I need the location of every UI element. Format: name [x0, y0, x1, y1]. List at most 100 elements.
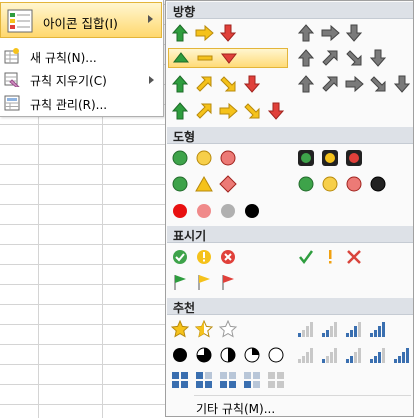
icon-set-3-symbols-uncircled[interactable] [296, 247, 364, 267]
three-quarter-circle-icon [194, 346, 214, 364]
yellow-right-arrow-icon [194, 24, 214, 42]
yellow-right-arrow-icon [218, 102, 238, 120]
yellow-exclamation-icon [320, 248, 340, 266]
icon-set-4-red-to-black[interactable] [170, 201, 262, 221]
icon-set-3-traffic-lights-rimmed[interactable] [296, 148, 364, 168]
yellow-flag-icon [194, 273, 214, 291]
icon-set-5-arrows-colored[interactable] [170, 101, 286, 121]
icon-set-5-boxes[interactable] [170, 370, 286, 390]
yellow-up-right-arrow-icon [194, 75, 214, 93]
full-star-icon [170, 320, 190, 338]
yellow-traffic-light-icon [320, 149, 340, 167]
gray-right-arrow-icon [320, 24, 340, 42]
gray-down-right-arrow-icon [368, 75, 388, 93]
gray-down-arrow-icon [368, 49, 388, 67]
section-header-indicators: 표시기 [167, 226, 413, 243]
more-rules-menu-item[interactable]: 기타 규칙(M)... [196, 400, 275, 417]
icon-set-4-arrows-gray[interactable] [296, 48, 388, 68]
empty-star-icon [218, 320, 238, 338]
icon-set-4-arrows-colored[interactable] [170, 74, 262, 94]
icon-set-4-ratings[interactable] [296, 319, 388, 339]
boxes-0-icon [266, 371, 286, 389]
full-circle-icon [170, 346, 190, 364]
gray-down-arrow-icon [392, 75, 412, 93]
yellow-up-right-arrow-icon [194, 102, 214, 120]
black-circle-icon [368, 175, 388, 193]
icon-set-3-stars[interactable] [170, 319, 238, 339]
yellow-down-right-arrow-icon [218, 75, 238, 93]
manage-rules-menu-item[interactable]: 규칙 관리(R)... [0, 92, 162, 114]
empty-circle-icon [266, 346, 286, 364]
red-circle-icon [218, 149, 238, 167]
signal-bars-4-icon [368, 320, 388, 338]
red-down-arrow-icon [242, 75, 262, 93]
boxes-3-icon [194, 371, 214, 389]
red-down-arrow-icon [218, 24, 238, 42]
icon-set-3-triangles[interactable] [168, 48, 288, 68]
green-check-icon [296, 248, 316, 266]
signal-bars-3-icon [344, 320, 364, 338]
signal-bars-1-icon [296, 320, 316, 338]
new-rule-menu-item[interactable]: 새 규칙(N)... [0, 45, 162, 67]
gray-up-arrow-icon [296, 24, 316, 42]
manage-rules-icon [4, 95, 20, 111]
icon-set-3-arrows-colored[interactable] [170, 23, 238, 43]
icon-set-4-traffic-lights[interactable] [296, 174, 388, 194]
icon-set-3-traffic-lights-unrimmed[interactable] [170, 148, 238, 168]
manage-rules-label: 규칙 관리(R)... [30, 98, 108, 112]
icon-set-3-arrows-gray[interactable] [296, 23, 364, 43]
clear-rules-icon [4, 71, 21, 88]
green-up-arrow-icon [170, 75, 190, 93]
red-circle-icon [344, 175, 364, 193]
icon-sets-label: 아이콘 집합(I) [43, 16, 118, 31]
icon-set-5-arrows-gray[interactable] [296, 74, 412, 94]
signal-bars-1-icon [320, 346, 340, 364]
yellow-down-right-arrow-icon [242, 102, 262, 120]
boxes-2-icon [218, 371, 238, 389]
icon-set-5-ratings[interactable] [296, 345, 412, 365]
gray-up-arrow-icon [296, 49, 316, 67]
submenu-arrow-icon [148, 15, 153, 23]
submenu-arrow-icon [149, 76, 154, 84]
green-circle-icon [296, 175, 316, 193]
new-rule-icon [4, 48, 20, 64]
gray-down-arrow-icon [344, 24, 364, 42]
signal-bars-2-icon [320, 320, 340, 338]
gray-up-right-arrow-icon [320, 75, 340, 93]
conditional-format-menu: 아이콘 집합(I) 새 규칙(N)... 규칙 지우기(C) 규칙 관리(R).… [0, 0, 164, 117]
icon-set-5-quarters[interactable] [170, 345, 286, 365]
half-star-icon [194, 320, 214, 338]
clear-rules-menu-item[interactable]: 규칙 지우기(C) [0, 68, 162, 90]
red-circle-icon [170, 202, 190, 220]
boxes-4-icon [170, 371, 190, 389]
icon-sets-icon [7, 9, 33, 33]
yellow-dash-icon [195, 49, 215, 67]
gray-right-arrow-icon [344, 75, 364, 93]
pink-circle-icon [194, 202, 214, 220]
section-header-shapes: 도형 [167, 127, 413, 144]
red-traffic-light-icon [344, 149, 364, 167]
yellow-triangle-icon [194, 175, 214, 193]
section-header-ratings: 추천 [167, 298, 413, 315]
green-traffic-light-icon [296, 149, 316, 167]
green-check-circle-icon [170, 248, 190, 266]
icon-sets-menu-item[interactable]: 아이콘 집합(I) [0, 2, 162, 38]
half-circle-icon [218, 346, 238, 364]
yellow-circle-icon [320, 175, 340, 193]
black-circle-icon [242, 202, 262, 220]
red-flag-icon [218, 273, 238, 291]
new-rule-label: 새 규칙(N)... [30, 51, 97, 65]
yellow-exclamation-circle-icon [194, 248, 214, 266]
red-down-triangle-icon [219, 49, 239, 67]
icon-set-3-flags[interactable] [170, 272, 238, 292]
icon-sets-gallery: 방향 도형 표시기 추천 기타 규칙(M)... [165, 0, 414, 417]
gray-circle-icon [218, 202, 238, 220]
signal-bars-0-icon [296, 346, 316, 364]
section-header-directional: 방향 [167, 2, 413, 19]
icon-set-3-symbols-circled[interactable] [170, 247, 238, 267]
red-diamond-icon [218, 175, 238, 193]
yellow-circle-icon [194, 149, 214, 167]
green-circle-icon [170, 175, 190, 193]
icon-set-3-signs[interactable] [170, 174, 238, 194]
gray-down-right-arrow-icon [344, 49, 364, 67]
